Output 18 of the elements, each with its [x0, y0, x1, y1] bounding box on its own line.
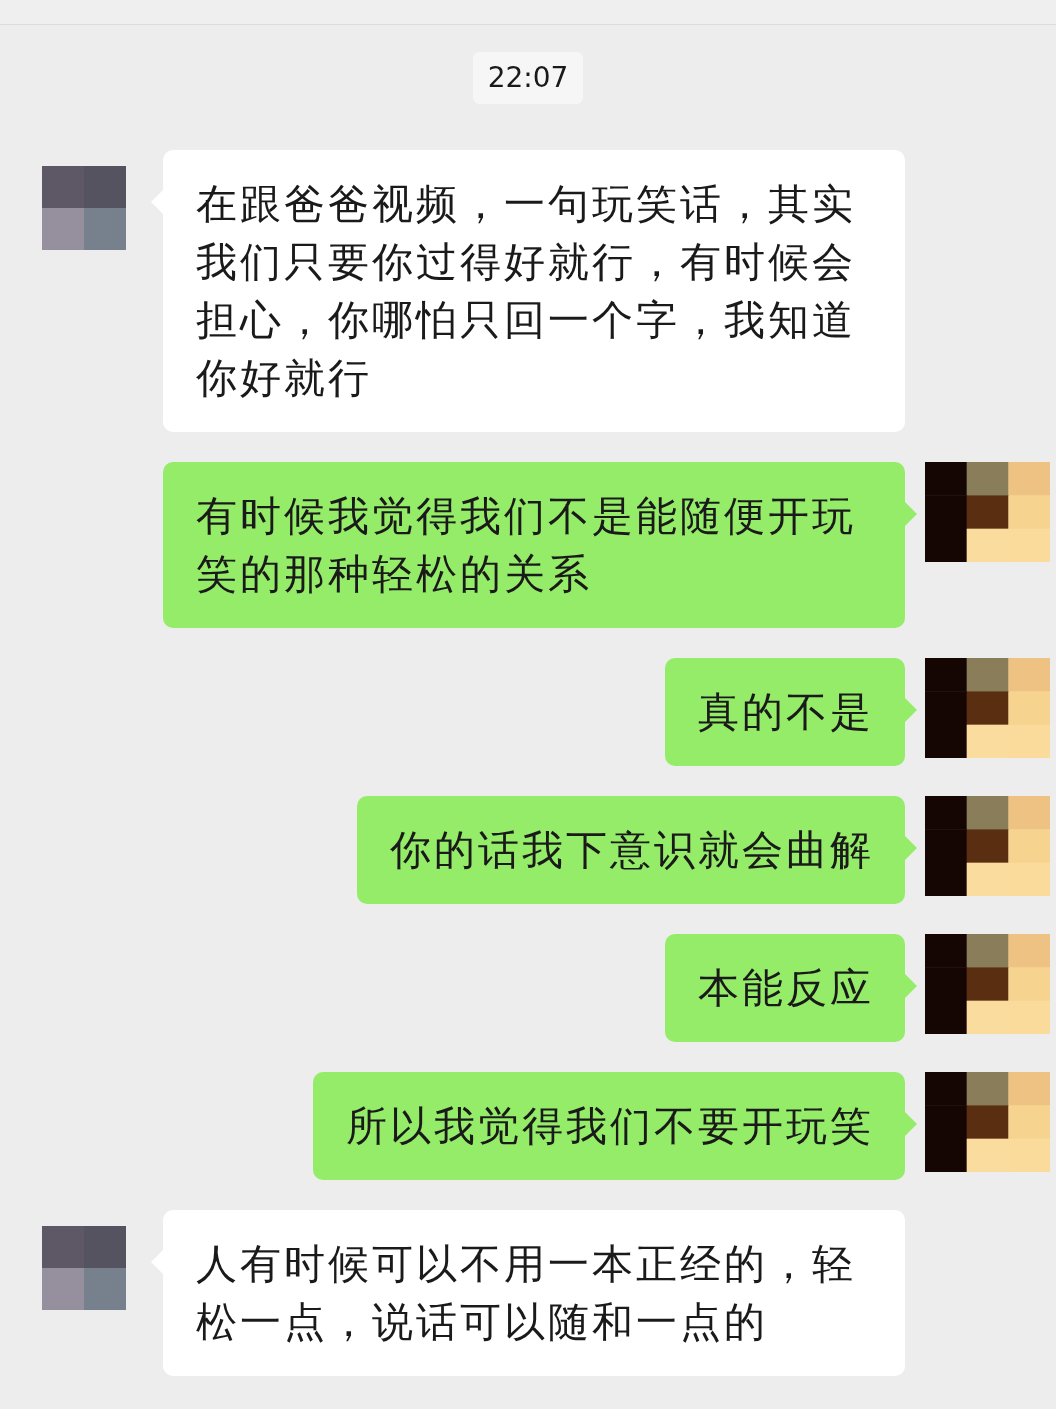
avatar[interactable]: [925, 934, 1050, 1034]
avatar[interactable]: [925, 658, 1050, 758]
bubble-tail: [905, 836, 917, 860]
message-bubble: 在跟爸爸视频，一句玩笑话，其实我们只要你过得好就行，有时候会担心，你哪怕只回一个字，我知道你好就行: [163, 150, 905, 432]
bubble-tail: [905, 698, 917, 722]
avatar[interactable]: [925, 462, 1050, 562]
timestamp: 22:07: [472, 52, 584, 104]
avatar[interactable]: [925, 1072, 1050, 1172]
message-bubble: 所以我觉得我们不要开玩笑: [313, 1072, 905, 1180]
bubble-tail: [905, 502, 917, 526]
avatar[interactable]: [925, 796, 1050, 896]
message-bubble: 你的话我下意识就会曲解: [357, 796, 905, 904]
message-bubble: 人有时候可以不用一本正经的，轻松一点，说话可以随和一点的: [163, 1210, 905, 1376]
bubble-tail: [905, 974, 917, 998]
message-bubble: 真的不是: [665, 658, 905, 766]
message-bubble: 本能反应: [665, 934, 905, 1042]
bubble-tail: [905, 1112, 917, 1136]
message-bubble: 有时候我觉得我们不是能随便开玩笑的那种轻松的关系: [163, 462, 905, 628]
